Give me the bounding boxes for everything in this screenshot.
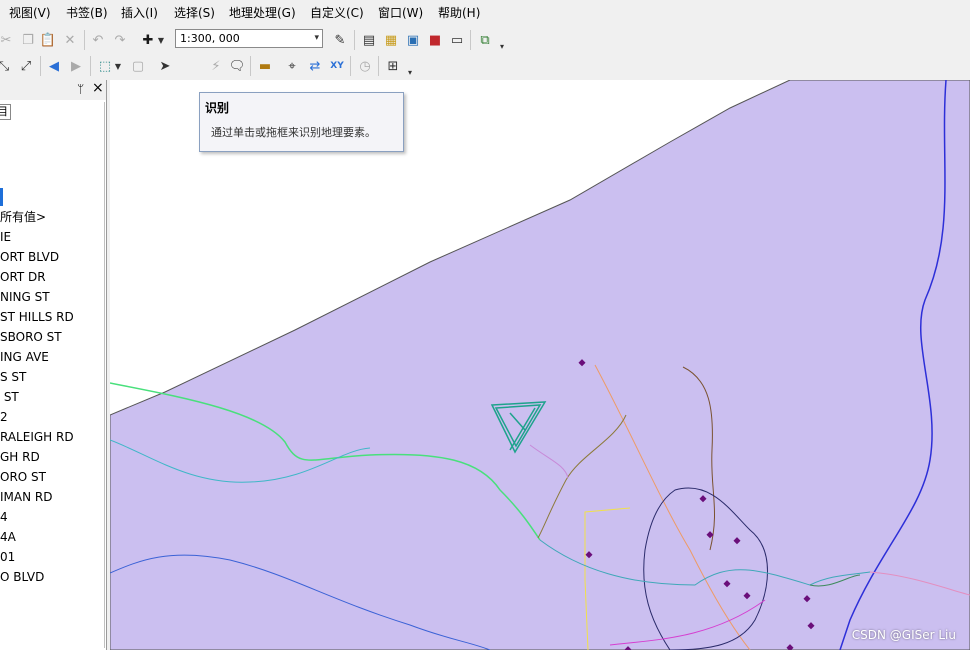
catalog-window-icon[interactable]: ▦ [381, 30, 401, 50]
list-item[interactable]: ORT BLVD [0, 248, 59, 266]
toolbar-separator [250, 56, 251, 76]
tools-toolbar: ⤡ ⤢ ◀ ▶ ⬚ ▼ ▢ ➤ i ⚡ 🗨 ▬ ⌖ ⇄ XY ◷ ⊞ ▾ [0, 52, 970, 136]
list-item[interactable]: ST [0, 388, 19, 406]
menu-customize[interactable]: 自定义(C) [310, 4, 364, 22]
table-of-contents-panel: ᛘ × 目 所有值> IE ORT BLVD ORT DR NING ST ST… [0, 80, 107, 650]
tooltip-title: 识别 [205, 101, 230, 115]
pin-icon[interactable]: ᛘ [77, 82, 84, 96]
model-builder-icon[interactable]: ⧉ [475, 30, 495, 50]
chevron-down-icon[interactable]: ▾ [314, 30, 319, 47]
map-scale-input[interactable]: 1:300, 000 ▾ [175, 29, 323, 48]
map-canvas [110, 80, 970, 650]
list-item[interactable]: S ST [0, 368, 26, 386]
toolbar-options-icon[interactable]: ▾ [405, 62, 415, 82]
panel-header: ᛘ × [0, 80, 106, 100]
list-item[interactable]: 01 [0, 548, 15, 566]
back-arrow-icon[interactable]: ◀ [44, 56, 64, 76]
delete-icon[interactable]: ✕ [60, 30, 80, 50]
menu-bookmarks[interactable]: 书签(B) [66, 4, 108, 22]
list-item[interactable]: 4 [0, 508, 8, 526]
go-to-xy-icon[interactable]: XY [327, 56, 347, 76]
select-features-icon[interactable]: ⬚ [95, 56, 115, 76]
time-slider-icon[interactable]: ◷ [355, 56, 375, 76]
hyperlink-icon[interactable]: ⚡ [206, 56, 226, 76]
toolbar-separator [350, 56, 351, 76]
list-item[interactable]: 4A [0, 528, 16, 546]
list-item[interactable]: IMAN RD [0, 488, 52, 506]
add-data-icon[interactable]: ✚ [138, 30, 158, 50]
toolbar-separator [354, 30, 355, 50]
menu-geoprocessing[interactable]: 地理处理(G) [229, 4, 296, 22]
list-item[interactable]: GH RD [0, 448, 40, 466]
find-route-icon[interactable]: ⇄ [305, 56, 325, 76]
toolbar-separator [470, 30, 471, 50]
undo-icon[interactable]: ↶ [88, 30, 108, 50]
list-item[interactable]: ING AVE [0, 348, 49, 366]
editor-toolbar-icon[interactable]: ✎ [330, 30, 350, 50]
list-item[interactable]: ORT DR [0, 268, 46, 286]
fixed-zoom-in-icon[interactable]: ⤡ [0, 56, 14, 76]
list-item[interactable]: ORO ST [0, 468, 46, 486]
arctoolbox-icon[interactable]: ■ [425, 30, 445, 50]
map-view[interactable]: CSDN @GISer Liu [110, 80, 970, 650]
list-item[interactable]: NING ST [0, 288, 50, 306]
python-window-icon[interactable]: ▭ [447, 30, 467, 50]
list-item[interactable]: 2 [0, 408, 8, 426]
layer-list: 目 所有值> IE ORT BLVD ORT DR NING ST ST HIL… [0, 102, 105, 648]
select-elements-icon[interactable]: ➤ [155, 56, 175, 76]
toolbar-separator [90, 56, 91, 76]
watermark: CSDN @GISer Liu [851, 628, 956, 642]
clear-selection-icon[interactable]: ▢ [128, 56, 148, 76]
menu-view[interactable]: 视图(V) [9, 4, 51, 22]
identify-tooltip: 识别 通过单击或拖框来识别地理要素。 [199, 92, 404, 152]
map-scale-value: 1:300, 000 [180, 32, 240, 45]
cut-icon[interactable]: ✂ [0, 30, 16, 50]
list-item[interactable]: O BLVD [0, 568, 44, 586]
table-of-contents-icon[interactable]: ▤ [359, 30, 379, 50]
close-icon[interactable]: × [92, 80, 104, 96]
list-item[interactable]: ST HILLS RD [0, 308, 74, 326]
list-item[interactable]: IE [0, 228, 11, 246]
list-item[interactable]: 所有值> [0, 208, 46, 226]
redo-icon[interactable]: ↷ [110, 30, 130, 50]
menu-insert[interactable]: 插入(I) [121, 4, 158, 22]
create-viewer-window-icon[interactable]: ⊞ [383, 56, 403, 76]
menu-bar: 视图(V) 书签(B) 插入(I) 选择(S) 地理处理(G) 自定义(C) 窗… [0, 0, 970, 26]
search-window-icon[interactable]: ▣ [403, 30, 423, 50]
fixed-zoom-out-icon[interactable]: ⤢ [16, 56, 36, 76]
list-item[interactable]: RALEIGH RD [0, 428, 74, 446]
measure-icon[interactable]: ▬ [255, 56, 275, 76]
select-dropdown-icon[interactable]: ▼ [113, 56, 123, 76]
forward-arrow-icon[interactable]: ▶ [66, 56, 86, 76]
menu-selection[interactable]: 选择(S) [174, 4, 215, 22]
toolbar-separator [84, 30, 85, 50]
list-by-tab[interactable]: 目 [0, 104, 11, 120]
toolbar-separator [378, 56, 379, 76]
county-polygon [110, 80, 970, 650]
menu-windows[interactable]: 窗口(W) [378, 4, 423, 22]
menu-help[interactable]: 帮助(H) [438, 4, 480, 22]
html-popup-icon[interactable]: 🗨 [227, 56, 247, 76]
selected-layer-marker [0, 188, 3, 206]
paste-icon[interactable]: 📋 [38, 30, 58, 50]
toolbar-separator [40, 56, 41, 76]
standard-toolbar: ✂ ❐ 📋 ✕ ↶ ↷ ✚ ▼ 1:300, 000 ▾ ✎ ▤ ▦ ▣ ■ ▭… [0, 26, 970, 52]
list-item[interactable]: SBORO ST [0, 328, 62, 346]
tooltip-description: 通过单击或拖框来识别地理要素。 [211, 126, 376, 139]
copy-icon[interactable]: ❐ [18, 30, 38, 50]
add-data-dropdown-icon[interactable]: ▼ [156, 30, 166, 50]
find-icon[interactable]: ⌖ [282, 56, 302, 76]
